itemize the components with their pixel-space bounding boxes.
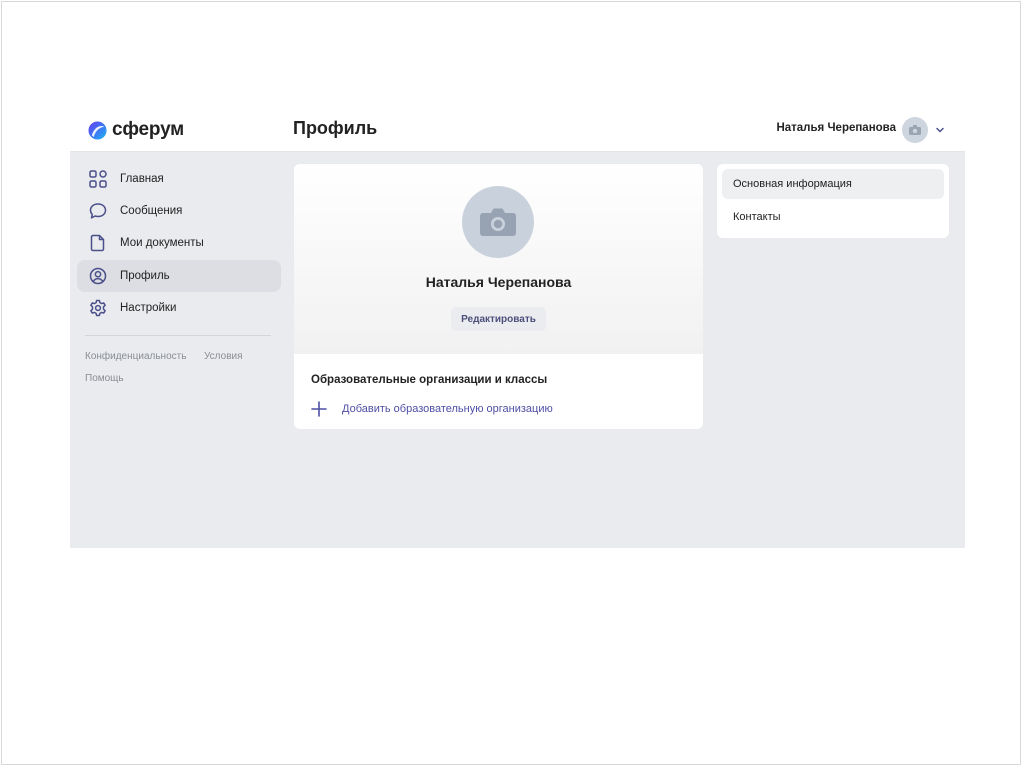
avatar[interactable] xyxy=(902,117,928,143)
camera-icon xyxy=(480,208,516,236)
camera-icon xyxy=(909,125,921,135)
logo-text: сферум xyxy=(112,119,185,140)
privacy-link[interactable]: Конфиденциальность xyxy=(85,351,186,362)
sidebar-item-home[interactable]: Главная xyxy=(77,163,281,195)
profile-card: Наталья Черепанова Редактировать Образов… xyxy=(294,164,703,429)
sidebar: Главная Сообщения Мои документы Профиль … xyxy=(70,152,288,548)
sidebar-divider xyxy=(85,335,271,336)
sidebar-item-settings[interactable]: Настройки xyxy=(77,292,281,324)
user-menu[interactable]: Наталья Черепанова xyxy=(776,117,945,143)
chevron-down-icon[interactable] xyxy=(935,125,945,135)
chat-bubble-icon xyxy=(88,201,108,221)
add-organization-label: Добавить образовательную организацию xyxy=(342,403,553,415)
user-circle-icon xyxy=(88,266,108,286)
edit-profile-button[interactable]: Редактировать xyxy=(451,307,546,331)
sidebar-item-label: Главная xyxy=(120,173,164,185)
gear-icon xyxy=(88,298,108,318)
page-title: Профиль xyxy=(293,118,378,138)
document-icon xyxy=(88,233,108,253)
sidebar-item-label: Сообщения xyxy=(120,205,183,217)
sidebar-item-messages[interactable]: Сообщения xyxy=(77,195,281,227)
main-content: Главная Сообщения Мои документы Профиль … xyxy=(70,152,965,548)
sferum-logo-icon xyxy=(88,120,107,140)
profile-avatar[interactable] xyxy=(462,186,534,258)
terms-link[interactable]: Условия xyxy=(204,351,243,362)
sidebar-item-profile[interactable]: Профиль xyxy=(77,260,281,292)
menu-item-contacts[interactable]: Контакты xyxy=(722,202,944,232)
help-link[interactable]: Помощь xyxy=(85,373,124,384)
user-name: Наталья Черепанова xyxy=(776,122,896,134)
app-window: сферум Профиль Наталья Черепанова Главна… xyxy=(70,107,965,548)
profile-sections-menu: Основная информация Контакты xyxy=(717,164,949,238)
profile-name: Наталья Черепанова xyxy=(425,274,572,290)
top-bar: сферум Профиль Наталья Черепанова xyxy=(70,107,965,152)
sidebar-item-label: Мои документы xyxy=(120,237,204,249)
organizations-heading: Образовательные организации и классы xyxy=(311,374,548,386)
sidebar-item-label: Профиль xyxy=(120,270,170,282)
sidebar-item-documents[interactable]: Мои документы xyxy=(77,227,281,259)
menu-item-basic-info[interactable]: Основная информация xyxy=(722,169,944,199)
plus-icon xyxy=(311,401,327,417)
sidebar-item-label: Настройки xyxy=(120,302,177,314)
grid-icon xyxy=(88,169,108,189)
add-organization-button[interactable]: Добавить образовательную организацию xyxy=(311,401,553,417)
logo[interactable]: сферум xyxy=(88,119,184,141)
profile-header: Наталья Черепанова Редактировать xyxy=(294,164,703,354)
